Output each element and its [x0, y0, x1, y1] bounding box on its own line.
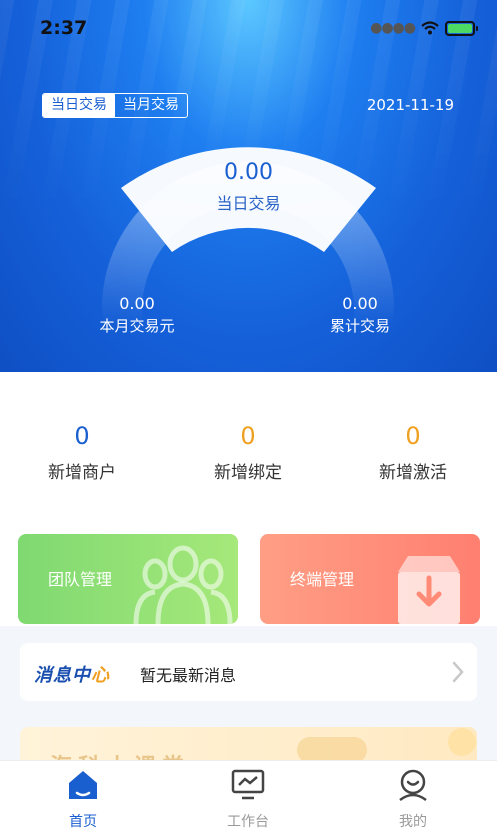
- wifi-icon: [421, 21, 439, 35]
- new-activations[interactable]: 0 新增激活: [353, 422, 473, 483]
- cumulative-amount: 0.00: [342, 294, 378, 313]
- tab-workbench[interactable]: 工作台: [188, 767, 308, 831]
- date-label: 2021-11-19: [366, 96, 454, 114]
- new-activations-label: 新增激活: [379, 463, 447, 483]
- battery-icon: [445, 20, 478, 36]
- message-text: 暂无最新消息: [140, 666, 237, 685]
- new-activations-count: 0: [405, 422, 421, 450]
- tab-monthly[interactable]: 当月交易: [115, 94, 187, 117]
- terminal-management-card[interactable]: 终端管理: [260, 534, 480, 624]
- home-icon: [69, 771, 97, 799]
- new-merchants-label: 新增商户: [48, 463, 116, 483]
- count-summary: 0 新增商户 0 新增绑定 0 新增激活: [0, 372, 497, 530]
- tab-daily[interactable]: 当日交易: [43, 94, 115, 117]
- tab-home-label: 首页: [69, 814, 97, 830]
- new-merchants-count: 0: [74, 422, 90, 450]
- tab-mine[interactable]: 我的: [353, 767, 473, 831]
- monthly-stat: 0.00 本月交易元: [95, 294, 179, 336]
- tab-home[interactable]: 首页: [23, 767, 143, 831]
- cumulative-amount-label: 累计交易: [329, 317, 390, 335]
- team-management-label: 团队管理: [48, 570, 113, 589]
- team-icon: [133, 545, 233, 624]
- message-center-logo: 消息中心: [34, 665, 110, 686]
- team-management-card[interactable]: 团队管理: [18, 534, 238, 624]
- daily-amount-label: 当日交易: [216, 194, 281, 213]
- daily-amount: 0.00: [224, 160, 273, 185]
- terminal-management-label: 终端管理: [290, 570, 355, 589]
- new-bindings[interactable]: 0 新增绑定: [188, 422, 308, 483]
- tab-workbench-label: 工作台: [227, 814, 269, 830]
- monthly-amount: 0.00: [119, 294, 155, 313]
- signal-icon: ●●●●: [370, 20, 416, 36]
- bottom-tab-bar: 首页 工作台 我的: [0, 760, 497, 833]
- terminal-box-icon: [398, 556, 460, 624]
- new-bindings-label: 新增绑定: [214, 463, 282, 483]
- new-bindings-count: 0: [240, 422, 256, 450]
- status-bar: 2:37 ●●●●: [0, 0, 497, 60]
- message-center-row[interactable]: 消息中心 暂无最新消息: [20, 643, 477, 701]
- monitor-icon: [231, 769, 265, 800]
- cumulative-stat: 0.00 累计交易: [318, 294, 402, 336]
- monthly-amount-label: 本月交易元: [99, 317, 175, 335]
- management-cards: 团队管理 终端管理: [0, 530, 497, 626]
- new-merchants[interactable]: 0 新增商户: [22, 422, 142, 483]
- period-switch: 当日交易 当月交易: [42, 93, 188, 118]
- status-time: 2:37: [40, 17, 88, 39]
- user-icon: [399, 769, 427, 802]
- chevron-right-icon: [452, 661, 464, 683]
- tab-mine-label: 我的: [399, 814, 427, 830]
